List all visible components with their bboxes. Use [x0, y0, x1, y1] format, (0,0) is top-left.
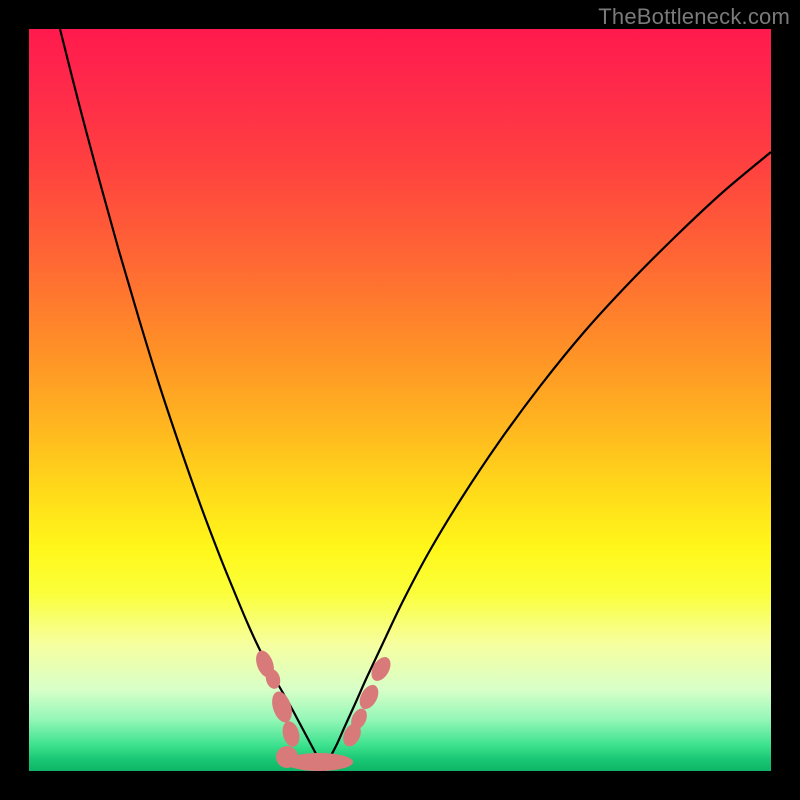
- curves-group: [60, 29, 771, 771]
- curve-right-curve: [321, 152, 771, 771]
- chart-stage: TheBottleneck.com: [0, 0, 800, 800]
- plot-area: [29, 29, 771, 771]
- marker-right-cluster-mid: [356, 682, 382, 712]
- markers-group: [253, 648, 395, 771]
- curve-left-curve: [60, 29, 325, 771]
- watermark-text: TheBottleneck.com: [598, 4, 790, 30]
- marker-trough-blob: [276, 746, 298, 768]
- chart-svg: [29, 29, 771, 771]
